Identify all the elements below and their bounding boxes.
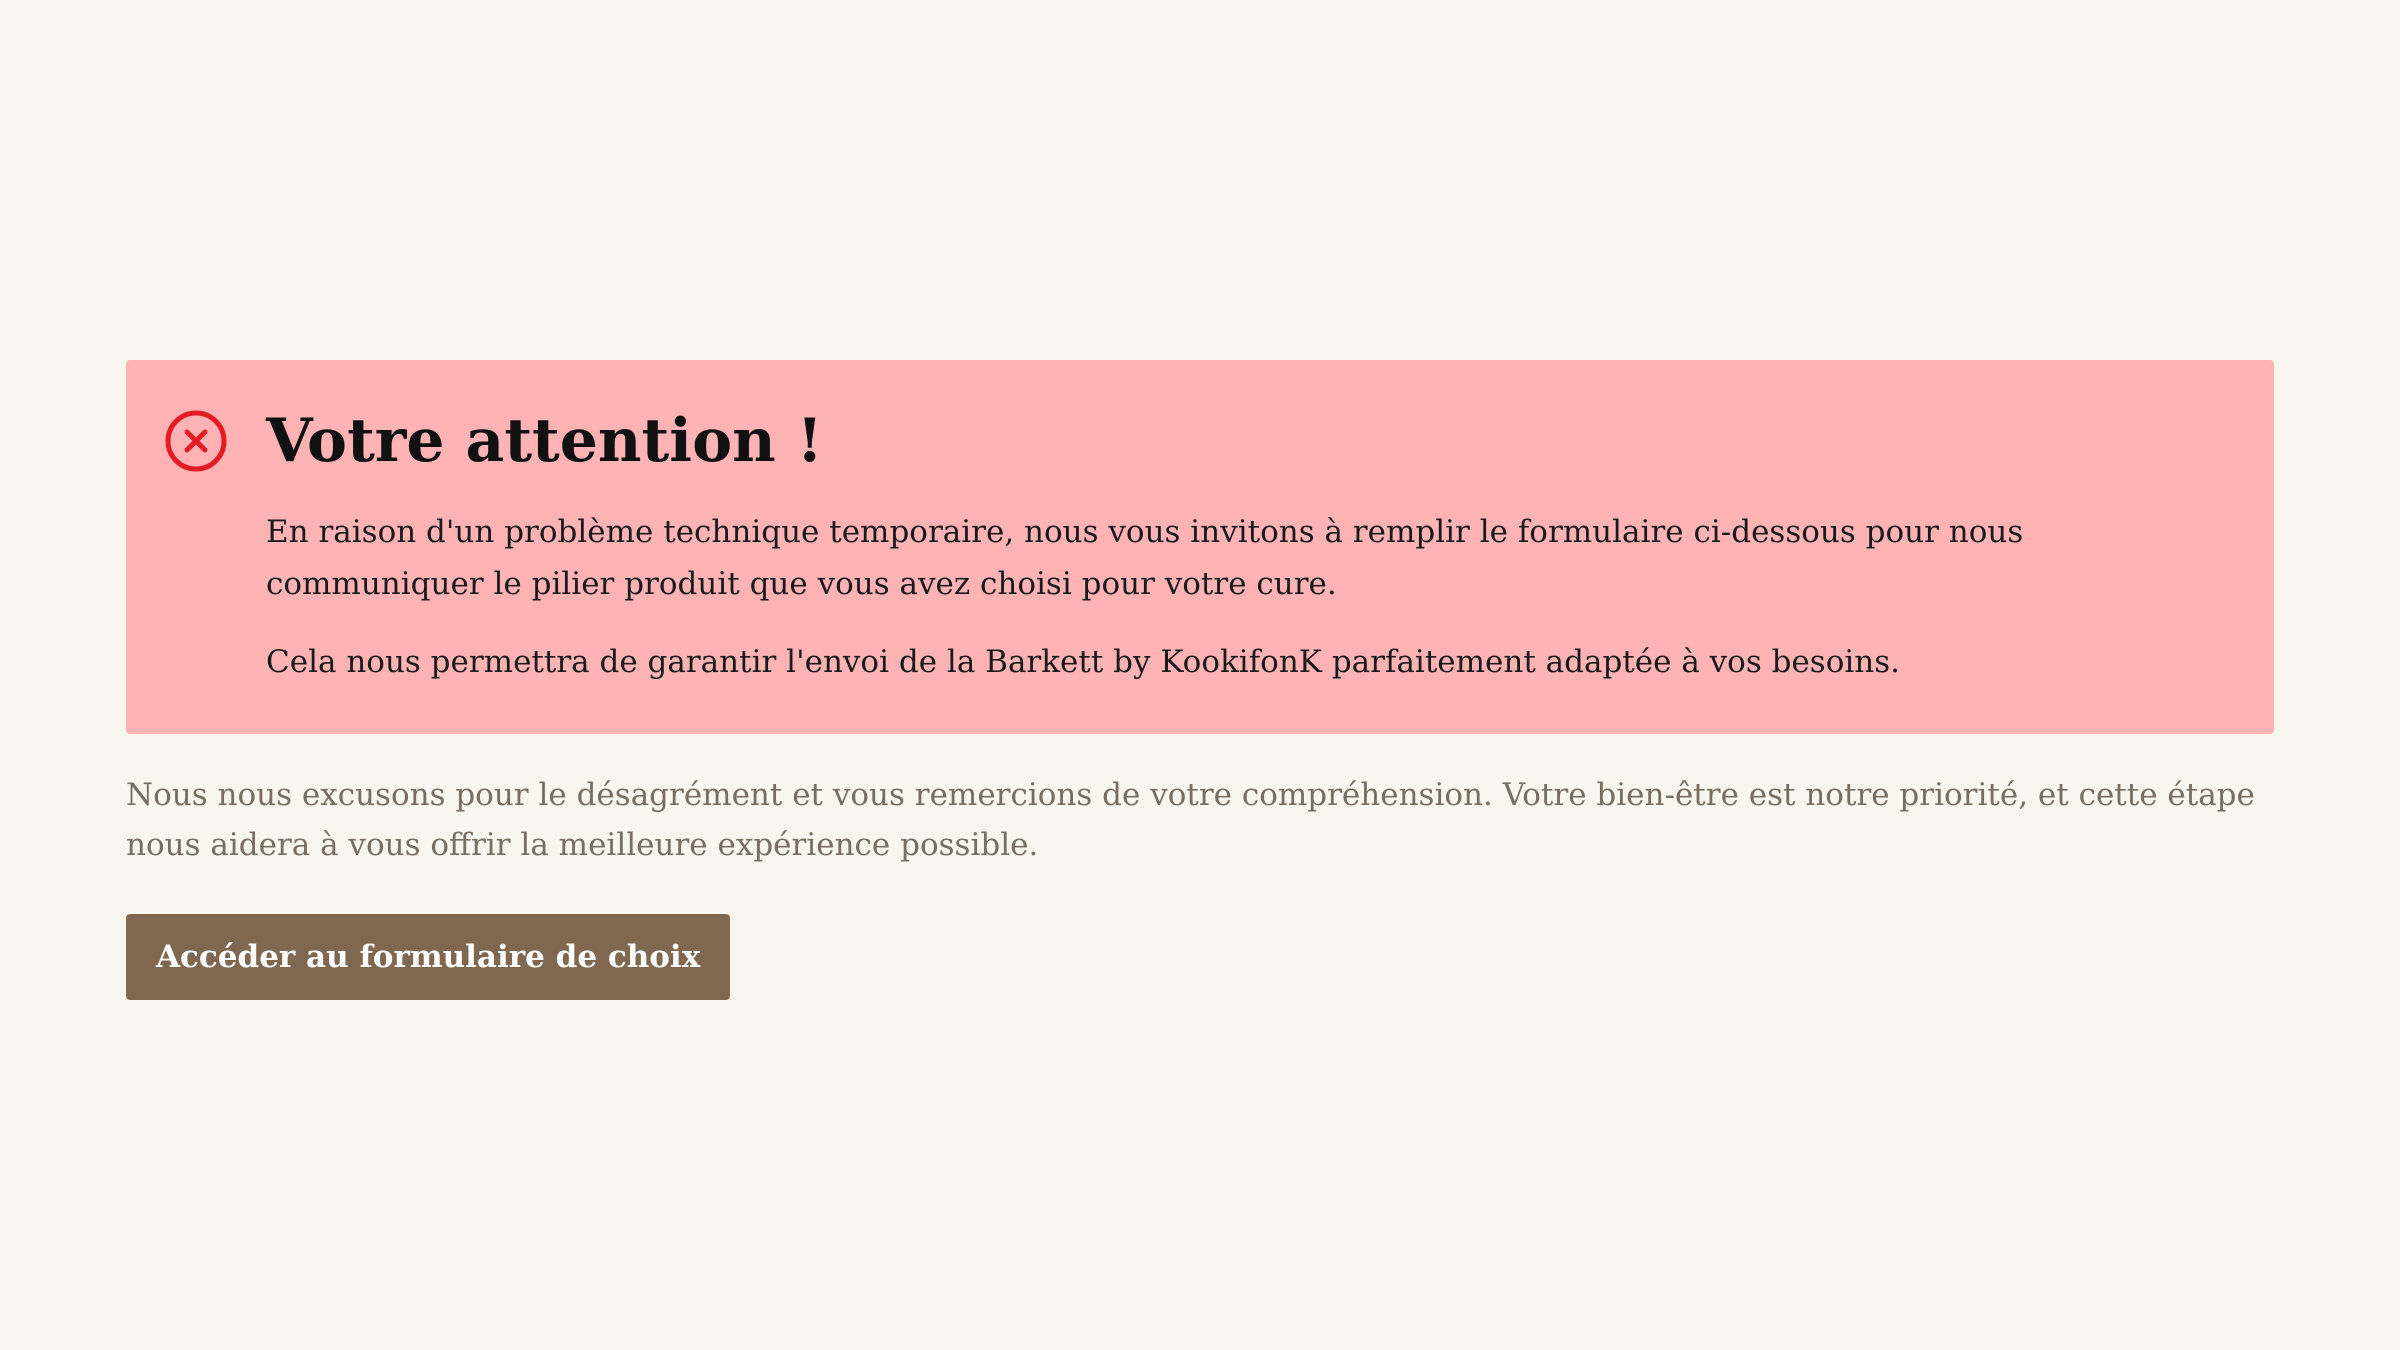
alert-body: En raison d'un problème technique tempor… xyxy=(266,506,2214,688)
page-content: Votre attention ! En raison d'un problèm… xyxy=(126,360,2274,1000)
alert-paragraph: En raison d'un problème technique tempor… xyxy=(266,514,2024,602)
error-circle-x-icon xyxy=(164,409,228,473)
open-form-button[interactable]: Accéder au formulaire de choix xyxy=(126,914,731,1000)
alert-paragraph: Cela nous permettra de garantir l'envoi … xyxy=(266,644,1900,680)
alert-header: Votre attention ! xyxy=(164,398,2214,484)
alert-title: Votre attention ! xyxy=(266,406,823,476)
apology-note: Nous nous excusons pour le désagrément e… xyxy=(126,777,2255,863)
error-alert: Votre attention ! En raison d'un problèm… xyxy=(126,360,2274,734)
